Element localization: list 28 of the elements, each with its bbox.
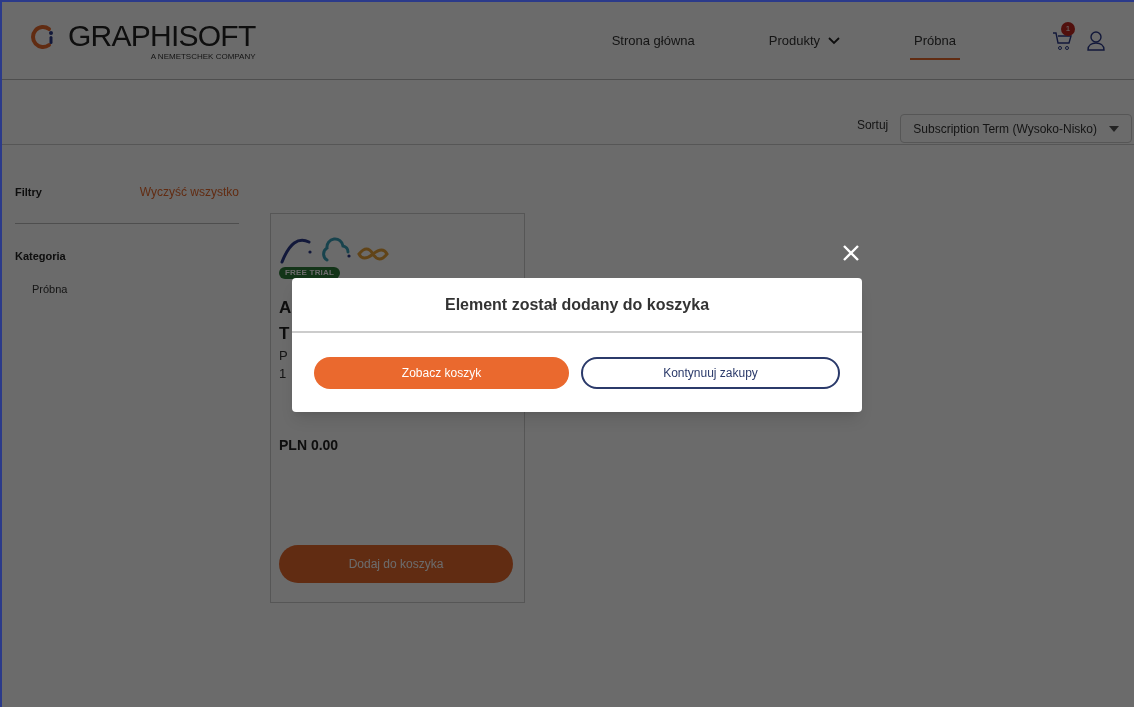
nav-link[interactable]: Produkty — [764, 20, 845, 61]
logo-mark-icon — [30, 24, 56, 50]
continue-shopping-button[interactable]: Kontynuuj zakupy — [581, 356, 840, 389]
logo-wordmark: GRAPHISOFT — [68, 20, 256, 52]
category-heading: Kategoria — [15, 249, 67, 264]
cart-count-badge: 1 — [1061, 21, 1075, 36]
nav-link[interactable]: Próbna — [910, 20, 960, 61]
view-cart-button[interactable]: Zobacz koszyk — [314, 356, 569, 389]
free-trial-badge: FREE TRIAL — [279, 267, 341, 279]
user-icon[interactable] — [1086, 29, 1106, 52]
sort-select[interactable]: Subscription Term (Wysoko-Nisko) — [900, 114, 1132, 143]
close-icon[interactable] — [843, 245, 859, 261]
product-title-text: A — [279, 297, 292, 319]
filters-heading: Filtry — [15, 184, 42, 200]
category-item[interactable]: Próbna — [32, 280, 239, 297]
nav-link[interactable]: Strona główna — [607, 20, 699, 61]
caret-down-icon — [1109, 125, 1119, 132]
product-title-text: T — [279, 323, 290, 345]
chevron-down-icon — [828, 36, 841, 45]
product-price: PLN 0.00 — [279, 436, 340, 455]
dialog-title: Element został dodany do koszyka — [444, 294, 710, 315]
logo-tagline: A NEMETSCHEK COMPANY — [150, 52, 256, 61]
sort-label: Sortuj — [856, 117, 889, 134]
product-description-text: 1 — [279, 365, 287, 383]
clear-all-link[interactable]: Wyczyść wszystko — [139, 183, 239, 201]
add-to-cart-button[interactable]: Dodaj do koszyka — [279, 545, 513, 583]
product-description-text: P — [279, 347, 288, 365]
cart-icon[interactable] — [1052, 29, 1074, 52]
